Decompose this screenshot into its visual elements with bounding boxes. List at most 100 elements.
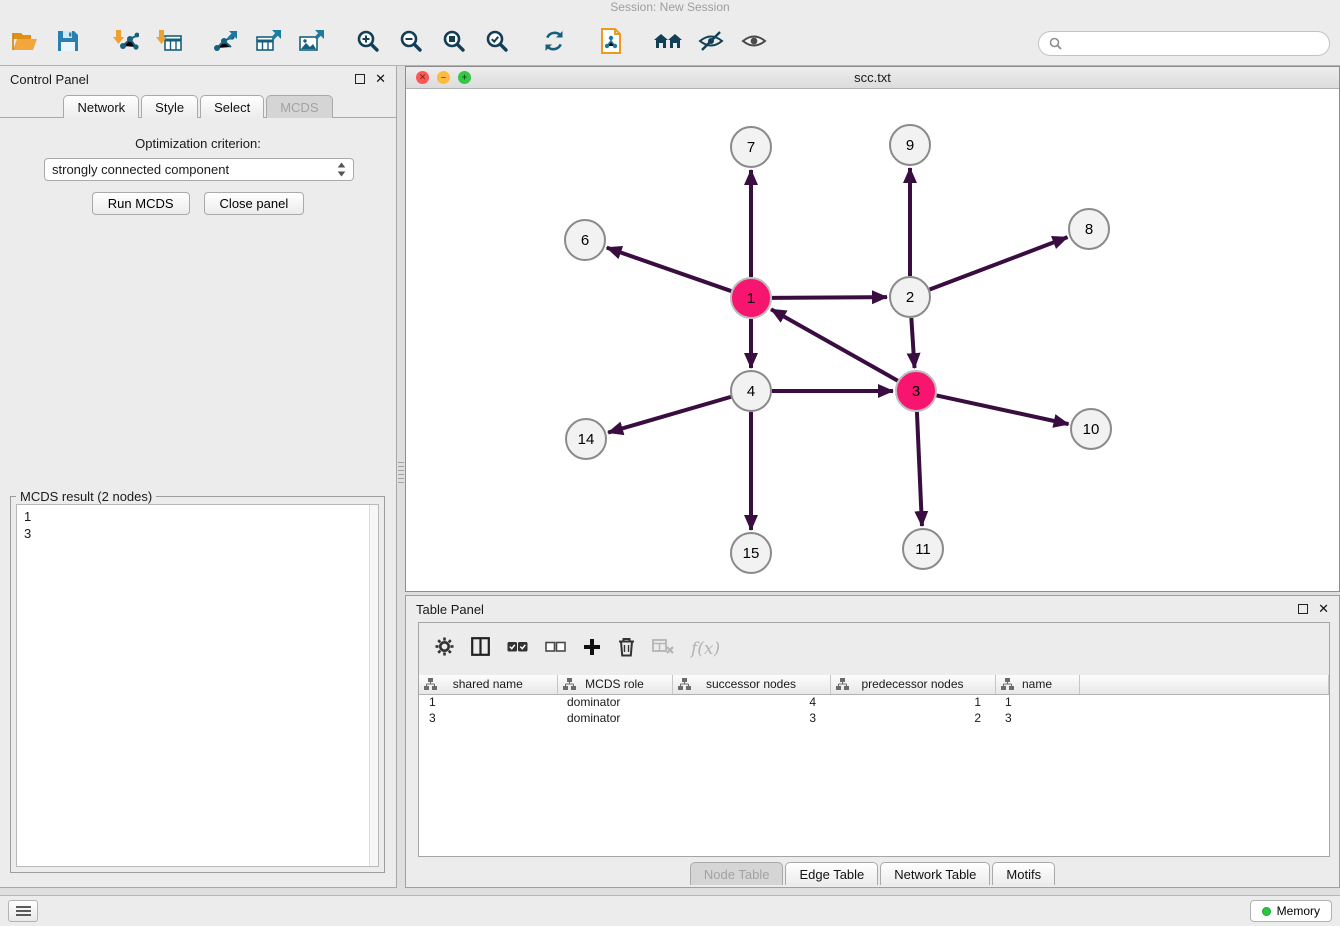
maximize-window-icon[interactable]: + [458,71,471,84]
node-2[interactable]: 2 [890,277,930,317]
tab-mcds[interactable]: MCDS [266,95,332,118]
table-cell-filler [1079,694,1329,710]
table-cell[interactable]: 2 [830,710,995,726]
vertical-splitter-grip[interactable] [398,462,404,486]
close-window-icon[interactable]: ✕ [416,71,429,84]
table-cell[interactable]: 1 [419,694,557,710]
edge-2-3[interactable] [911,318,914,368]
network-window-titlebar[interactable]: ✕ – + scc.txt [406,67,1339,89]
table-cell[interactable]: 1 [995,694,1079,710]
edge-3-10[interactable] [937,395,1069,424]
node-6[interactable]: 6 [565,220,605,260]
zoom-selected-button[interactable] [480,23,514,59]
refresh-button[interactable] [537,23,571,59]
close-panel-icon[interactable]: ✕ [1318,604,1329,614]
result-scrollbar[interactable] [369,505,378,866]
table-row[interactable]: 3dominator323 [419,710,1329,726]
table-cell[interactable]: 1 [830,694,995,710]
zoom-in-button[interactable] [351,23,385,59]
column-header-successor-nodes[interactable]: successor nodes [672,675,830,694]
network-window-title: scc.txt [854,70,891,85]
minimize-window-icon[interactable]: – [437,71,450,84]
optimization-criterion-select[interactable]: strongly connected component [44,158,354,181]
delete-column-icon[interactable] [618,637,635,662]
add-column-icon[interactable] [583,638,601,661]
node-7[interactable]: 7 [731,127,771,167]
edge-4-14[interactable] [608,397,731,433]
node-label: 4 [747,383,755,400]
double-house-button[interactable] [651,23,685,59]
mcds-result-list[interactable]: 13 [16,504,379,867]
window-titlebar[interactable]: Session: New Session [0,0,1340,16]
edge-2-8[interactable] [930,237,1068,289]
tree-icon [563,678,576,693]
delete-table-icon[interactable] [652,638,674,660]
column-header-MCDS-role[interactable]: MCDS role [557,675,672,694]
tab-network[interactable]: Network [63,95,139,118]
edge-1-2[interactable] [772,297,887,298]
open-session-button[interactable] [8,23,42,59]
combo-arrows-icon [337,162,346,177]
node-3[interactable]: 3 [896,371,936,411]
close-panel-button[interactable]: Close panel [204,192,305,215]
node-4[interactable]: 4 [731,371,771,411]
node-8[interactable]: 8 [1069,209,1109,249]
zoom-in-icon [356,29,380,53]
table-cell[interactable]: 3 [419,710,557,726]
run-mcds-button[interactable]: Run MCDS [92,192,190,215]
eye-button[interactable] [737,23,771,59]
table-cell[interactable]: 4 [672,694,830,710]
node-11[interactable]: 11 [903,529,943,569]
tab-select[interactable]: Select [200,95,264,118]
deselect-all-icon[interactable] [545,640,566,659]
import-table-button[interactable] [151,23,185,59]
network-canvas[interactable]: 1 2 3 4 6 7 8 9 10 11 14 15 [406,89,1339,590]
export-image-button[interactable] [294,23,328,59]
tab-network-table[interactable]: Network Table [880,862,990,885]
tab-motifs[interactable]: Motifs [992,862,1055,885]
table-row[interactable]: 1dominator411 [419,694,1329,710]
search-input[interactable] [1068,37,1319,51]
export-table-button[interactable] [251,23,285,59]
column-chooser-icon[interactable] [471,637,490,661]
tab-style[interactable]: Style [141,95,198,118]
float-panel-icon[interactable] [355,74,365,84]
save-session-button[interactable] [51,23,85,59]
node-14[interactable]: 14 [566,419,606,459]
panel-menu-button[interactable] [8,900,38,922]
eye-brush-button[interactable] [694,23,728,59]
selected-option: strongly connected component [52,162,337,177]
network-document-button[interactable] [594,23,628,59]
column-header-label: name [1022,677,1052,691]
node-1[interactable]: 1 [731,278,771,318]
tab-edge-table[interactable]: Edge Table [785,862,878,885]
edge-3-1[interactable] [771,309,898,380]
table-cell[interactable]: dominator [557,694,672,710]
zoom-fit-button[interactable] [437,23,471,59]
export-network-button[interactable] [208,23,242,59]
gear-icon[interactable] [435,637,454,661]
close-panel-icon[interactable]: ✕ [375,74,386,84]
column-header-predecessor-nodes[interactable]: predecessor nodes [830,675,995,694]
table-cell[interactable]: 3 [995,710,1079,726]
node-label: 9 [906,137,914,154]
zoom-out-button[interactable] [394,23,428,59]
tab-node-table[interactable]: Node Table [690,862,784,885]
column-header-name[interactable]: name [995,675,1079,694]
node-9[interactable]: 9 [890,125,930,165]
table-cell[interactable]: 3 [672,710,830,726]
table-cell[interactable]: dominator [557,710,672,726]
node-15[interactable]: 15 [731,533,771,573]
zoom-out-icon [399,29,423,53]
node-10[interactable]: 10 [1071,409,1111,449]
column-header-shared-name[interactable]: shared name [419,675,557,694]
import-network-button[interactable] [108,23,142,59]
memory-button[interactable]: Memory [1250,900,1332,922]
search-box[interactable] [1038,31,1330,56]
select-all-icon[interactable] [507,640,528,659]
edge-3-11[interactable] [917,412,922,526]
function-builder-icon[interactable]: f(x) [691,639,720,659]
float-panel-icon[interactable] [1298,604,1308,614]
node-label: 15 [743,545,760,562]
edge-1-6[interactable] [607,248,731,291]
